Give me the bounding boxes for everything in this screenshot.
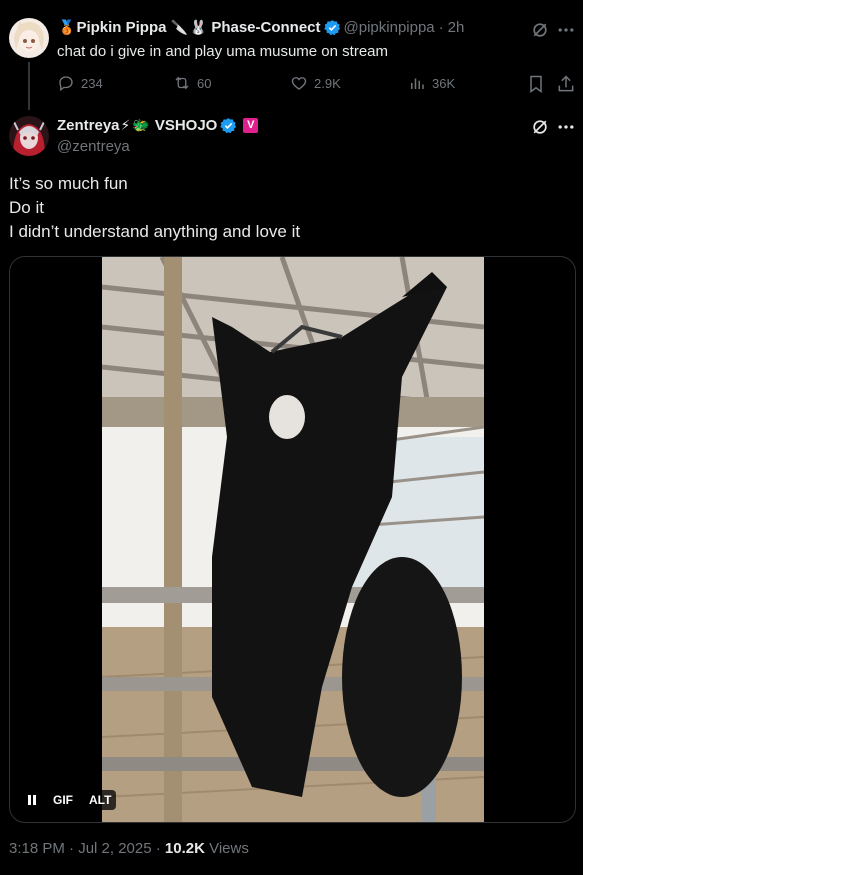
gif-label: GIF	[48, 790, 78, 810]
media-controls: GIF ALT	[22, 789, 117, 811]
grok-icon[interactable]	[530, 117, 550, 137]
more-icon[interactable]	[556, 20, 576, 40]
zentreya-avatar[interactable]	[9, 116, 49, 156]
more-icon[interactable]	[556, 117, 576, 137]
vshojo-badge[interactable]: V	[243, 118, 259, 133]
reply-icon	[59, 76, 73, 92]
reply-handle[interactable]: @zentreya	[57, 138, 130, 155]
reply-button[interactable]: 234	[57, 74, 103, 92]
tweet-timestamp[interactable]: 3:18 PM · Jul 2, 2025 ·	[9, 840, 165, 857]
thread-line	[28, 62, 30, 110]
gif-media[interactable]: GIF ALT	[9, 256, 576, 823]
verified-icon	[220, 117, 237, 134]
reply-tweet-text: It’s so much fun Do it I didn’t understa…	[9, 172, 300, 244]
reply-line: Do it	[9, 198, 44, 217]
rabbit-emoji: 🐰	[189, 19, 208, 35]
alt-button[interactable]: ALT	[84, 790, 117, 810]
views-button[interactable]: 36K	[408, 74, 455, 92]
original-author-row: 🥉 Pipkin Pippa 🔪 🐰 Phase-Connect @pipkin…	[57, 19, 464, 36]
views-icon	[411, 78, 424, 89]
knife-emoji: 🔪	[170, 19, 188, 35]
original-affiliation[interactable]: Phase-Connect	[211, 19, 320, 36]
bookmark-icon[interactable]	[526, 74, 546, 94]
reply-author-row: Zentreya ⚡ 🐲 VSHOJO V	[57, 117, 259, 134]
dragon-emoji: 🐲	[132, 117, 150, 133]
tweet-meta: 3:18 PM · Jul 2, 2025 · 10.2K Views	[9, 840, 249, 857]
medal-emoji: 🥉	[58, 19, 76, 35]
like-count: 2.9K	[314, 75, 341, 91]
repost-icon	[175, 76, 189, 90]
original-separator: ·	[438, 19, 444, 36]
tweet-views-label: Views	[204, 840, 249, 857]
repost-button[interactable]: 60	[173, 74, 211, 92]
verified-icon	[323, 19, 341, 36]
horse-gif-frame[interactable]	[102, 257, 484, 822]
reply-count: 234	[81, 75, 103, 91]
like-icon	[291, 77, 307, 90]
pause-icon[interactable]	[22, 789, 42, 811]
reply-line: It’s so much fun	[9, 174, 128, 193]
original-time[interactable]: 2h	[448, 19, 465, 36]
share-icon[interactable]	[556, 74, 576, 94]
original-handle[interactable]: @pipkinpippa	[344, 19, 435, 36]
lightning-emoji: ⚡	[120, 117, 131, 133]
like-button[interactable]: 2.9K	[290, 74, 341, 92]
reply-display-name[interactable]: Zentreya	[57, 117, 120, 134]
grok-icon[interactable]	[530, 20, 550, 40]
pipkin-avatar[interactable]	[9, 18, 49, 58]
original-tweet-text: chat do i give in and play uma musume on…	[57, 43, 389, 60]
repost-count: 60	[197, 75, 212, 91]
tweet-panel: 🥉 Pipkin Pippa 🔪 🐰 Phase-Connect @pipkin…	[0, 0, 583, 875]
tweet-views-count: 10.2K	[164, 840, 205, 857]
reply-affiliation[interactable]: VSHOJO	[155, 117, 218, 134]
original-display-name[interactable]: Pipkin Pippa	[76, 19, 166, 36]
views-count: 36K	[432, 75, 456, 91]
reply-line: I didn’t understand anything and love it	[9, 222, 301, 241]
